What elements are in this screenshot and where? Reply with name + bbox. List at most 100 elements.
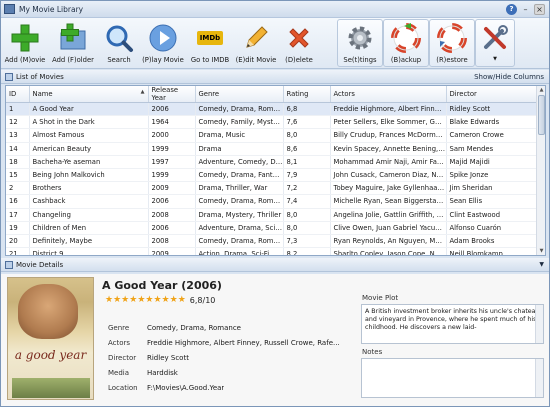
delete-button[interactable]: (D)elete (279, 19, 319, 67)
table-cell: Blake Edwards (446, 115, 539, 130)
table-row[interactable]: 12 A Shot in the Dark 1964 Comedy, Family, … (6, 115, 539, 130)
column-header-name[interactable]: Name ▲ (29, 86, 149, 103)
table-cell: 13 (6, 128, 30, 143)
table-cell: Neill Blomkamp (446, 247, 539, 255)
plot-scrollbar[interactable] (535, 305, 543, 343)
settings-button[interactable]: Se(t)tings (337, 19, 383, 67)
table-cell: Clint Eastwood (446, 208, 539, 222)
table-cell: A Shot in the Dark (29, 115, 149, 130)
list-icon (5, 72, 13, 81)
column-header-label: Genre (198, 90, 220, 98)
close-button[interactable]: × (534, 4, 545, 15)
add-movie-button[interactable]: Add (M)ovie (3, 19, 47, 67)
table-cell: Action, Drama, Sci-Fi, T... (195, 247, 284, 255)
tools-button[interactable]: ▼ (475, 19, 515, 67)
column-header-label: Actors (333, 90, 355, 98)
column-header-label: Rating (286, 90, 309, 98)
add-movie-label: Add (M)ovie (4, 56, 46, 64)
table-row[interactable]: 16 Cashback 2006 Comedy, Drama, Roma... 7,4 M… (6, 194, 539, 209)
notes-scrollbar[interactable] (535, 359, 543, 397)
search-icon (103, 22, 135, 54)
table-cell: Cashback (29, 194, 149, 209)
table-cell: 1 (6, 102, 30, 117)
collapse-icon[interactable]: ▼ (539, 261, 544, 268)
toolbar: Add (M)ovie Add (F)older Search (P)lay M… (1, 18, 549, 69)
movie-table[interactable]: ID Name ▲ Release Year Genre Rating Actors Dire… (5, 85, 546, 256)
table-cell: Spike Jonze (446, 168, 539, 183)
column-header-director[interactable]: Director (446, 86, 539, 103)
search-button[interactable]: Search (99, 19, 139, 67)
movie-title: A Good Year (2006) (102, 279, 222, 292)
notes-textbox[interactable] (361, 358, 544, 398)
add-folder-button[interactable]: Add (F)older (47, 19, 99, 67)
column-header-id[interactable]: ID (6, 86, 30, 103)
delete-label: (D)elete (285, 56, 313, 64)
backup-icon (390, 22, 422, 54)
show-hide-columns-link[interactable]: Show/Hide Columns (474, 73, 544, 81)
table-row[interactable]: 17 Changeling 2008 Drama, Mystery, Thriller… (6, 208, 539, 222)
table-row[interactable]: 21 District 9 2009 Action, Drama, Sci-Fi, T… (6, 247, 539, 255)
table-cell: Sam Mendes (446, 142, 539, 156)
gear-icon (344, 22, 376, 54)
column-header-actors[interactable]: Actors (330, 86, 447, 103)
table-cell: Sean Ellis (446, 194, 539, 209)
table-cell: Comedy, Drama, Fantas... (195, 168, 284, 183)
table-cell: Angelina Jolie, Gattlin Griffith, Mi... (330, 208, 447, 222)
play-movie-button[interactable]: (P)lay Movie (139, 19, 187, 67)
star-icon: ★ (105, 295, 114, 305)
table-cell: 20 (6, 234, 30, 249)
table-cell: 14 (6, 142, 30, 156)
table-row[interactable]: 18 Bacheha-Ye aseman 1997 Adventure, Comedy… (6, 155, 539, 169)
table-cell: 1999 (148, 142, 196, 156)
scroll-down-icon[interactable]: ▼ (537, 247, 545, 255)
scroll-thumb[interactable] (538, 95, 545, 135)
table-cell: 1964 (148, 115, 196, 130)
table-cell: A Good Year (29, 102, 149, 117)
table-cell: Changeling (29, 208, 149, 222)
scroll-up-icon[interactable]: ▲ (537, 86, 545, 94)
star-icon: ★ (161, 295, 170, 305)
table-vertical-scrollbar[interactable]: ▲ ▼ (536, 86, 545, 255)
notes-label: Notes (362, 348, 383, 356)
table-cell: Drama, Music (195, 128, 284, 143)
table-cell: 7,3 (283, 234, 331, 249)
star-icon: ★ (177, 295, 186, 305)
table-row[interactable]: 13 Almost Famous 2000 Drama, Music 8,0 Billy … (6, 128, 539, 143)
table-row[interactable]: 14 American Beauty 1999 Drama 8,6 Kevin Space… (6, 142, 539, 156)
go-to-imdb-button[interactable]: IMDb Go to IMDB (187, 19, 233, 67)
director-value: Ridley Scott (147, 353, 189, 362)
table-cell: 16 (6, 194, 30, 209)
details-panel-header: Movie Details ▼ (1, 258, 549, 272)
edit-movie-button[interactable]: (E)dit Movie (233, 19, 279, 67)
backup-button[interactable]: (B)ackup (383, 19, 429, 67)
table-cell: 2006 (148, 221, 196, 235)
table-cell: 2006 (148, 102, 196, 117)
imdb-logo-text: IMDb (197, 31, 223, 45)
table-cell: Comedy, Drama, Roma... (195, 194, 284, 209)
table-cell: 21 (6, 247, 30, 255)
column-header-rating[interactable]: Rating (283, 86, 331, 103)
minimize-button[interactable]: – (520, 4, 531, 15)
table-row[interactable]: 1A Good Year 2006 Comedy, Drama, Roma... 6,… (6, 102, 539, 117)
go-to-imdb-label: Go to IMDB (190, 56, 230, 64)
restore-icon (436, 22, 468, 54)
column-header-genre[interactable]: Genre (195, 86, 284, 103)
play-movie-label: (P)lay Movie (142, 56, 184, 64)
table-cell: Jim Sheridan (446, 181, 539, 196)
star-rating: ★★★★★★★★★★ 6,8/10 (105, 295, 215, 305)
table-row[interactable]: 15 Being John Malkovich 1999 Comedy, Drama,… (6, 168, 539, 183)
table-cell: 17 (6, 208, 30, 222)
column-header-release-year[interactable]: Release Year (148, 86, 196, 103)
table-row[interactable]: 20 Definitely, Maybe 2008 Comedy, Drama, Ro… (6, 234, 539, 249)
tools-dropdown-icon: ▼ (493, 56, 497, 62)
table-row[interactable]: 2 Brothers 2009 Drama, Thriller, War 7,2 Tobe… (6, 181, 539, 196)
plot-textbox[interactable]: A British investment broker inherits his… (361, 304, 544, 344)
restore-button[interactable]: (R)estore (429, 19, 475, 67)
help-icon[interactable]: ? (506, 4, 517, 15)
star-icon: ★ (153, 295, 162, 305)
backup-label: (B)ackup (390, 56, 422, 64)
table-cell: American Beauty (29, 142, 149, 156)
table-row[interactable]: 19 Children of Men 2006 Adventure, Drama, S… (6, 221, 539, 235)
director-label: Director (108, 353, 137, 362)
table-cell: 2000 (148, 128, 196, 143)
